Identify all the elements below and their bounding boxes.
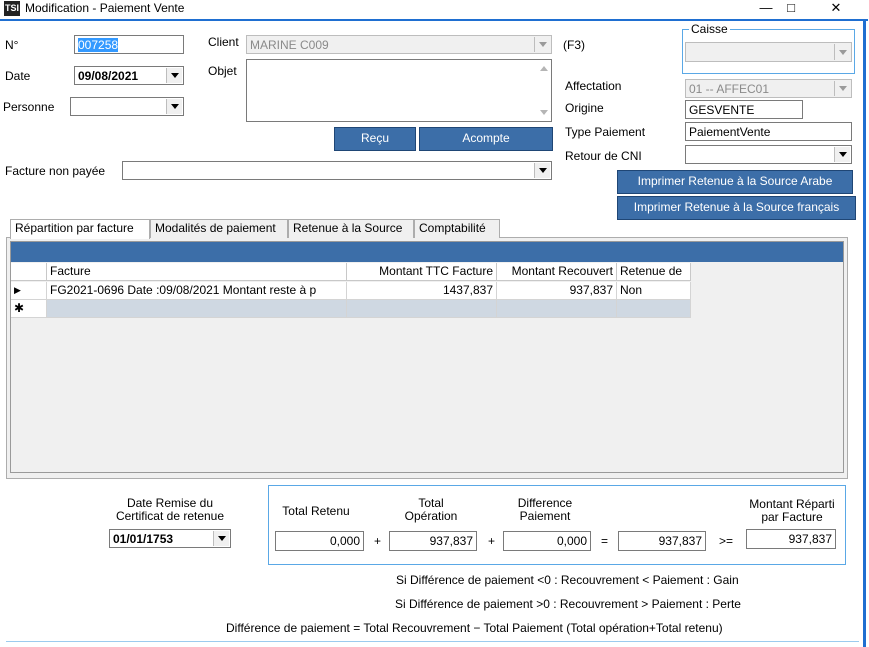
facture-dropdown-icon[interactable] <box>534 163 550 178</box>
result-value: 937,837 <box>658 534 702 548</box>
total-operation-value: 937,837 <box>429 534 473 548</box>
type-paiement-value: PaiementVente <box>689 125 771 139</box>
objet-label: Objet <box>208 64 237 78</box>
difference-label: Difference Paiement <box>517 496 573 523</box>
retour-cni-label: Retour de CNI <box>565 149 642 163</box>
new-row-cell[interactable] <box>47 300 347 318</box>
print-francais-button[interactable]: Imprimer Retenue à la Source français <box>617 196 856 220</box>
date-remise-dropdown-icon[interactable] <box>213 531 229 546</box>
new-row-cell[interactable] <box>347 300 497 318</box>
client-value: MARINE C009 <box>250 38 329 52</box>
date-remise-picker[interactable]: 01/01/1753 <box>109 529 231 548</box>
tab-retenue-source[interactable]: Retenue à la Source <box>288 219 414 238</box>
tab-comptabilite[interactable]: Comptabilité <box>414 219 500 238</box>
close-button[interactable]: ✕ <box>813 0 859 18</box>
table-cell-montant-recouvert[interactable]: 937,837 <box>497 282 617 300</box>
origine-label: Origine <box>565 101 604 115</box>
affectation-label: Affectation <box>565 79 622 93</box>
column-header-facture[interactable]: Facture <box>47 263 347 281</box>
column-header-retenue[interactable]: Retenue de <box>617 263 691 281</box>
affectation-select[interactable]: 01 -- AFFEC01 <box>685 79 852 98</box>
window-title: Modification - Paiement Vente <box>25 1 185 15</box>
difference-value: 0,000 <box>556 534 587 548</box>
client-select[interactable]: MARINE C009 <box>246 35 552 54</box>
grid-corner-header <box>11 263 47 281</box>
client-dropdown-icon[interactable] <box>534 37 550 52</box>
note-gain: Si Différence de paiement <0 : Recouvrem… <box>396 573 739 587</box>
client-shortcut-hint: (F3) <box>563 38 585 52</box>
new-row-cell[interactable] <box>617 300 691 318</box>
facture-label: Facture non payée <box>5 164 106 178</box>
new-row-icon[interactable]: ✱ <box>11 300 47 318</box>
client-label: Client <box>208 35 239 49</box>
window-frame-top <box>0 19 868 21</box>
title-bar: TSI Modification - Paiement Vente — □ ✕ <box>0 0 869 18</box>
result-field[interactable]: 937,837 <box>618 531 706 551</box>
personne-dropdown-icon[interactable] <box>166 99 182 114</box>
gte-operator: >= <box>719 534 734 548</box>
date-remise-label: Date Remise du Certificat de retenue <box>115 496 225 523</box>
plus-operator: + <box>488 534 496 548</box>
difference-field[interactable]: 0,000 <box>503 531 591 551</box>
origine-value: GESVENTE <box>689 103 755 117</box>
recu-button[interactable]: Reçu <box>334 127 416 151</box>
total-retenu-label: Total Retenu <box>282 504 350 518</box>
caisse-select[interactable] <box>685 42 852 62</box>
retour-cni-select[interactable] <box>685 145 852 164</box>
maximize-button[interactable]: □ <box>768 0 814 18</box>
table-cell-retenue[interactable]: Non <box>617 282 691 300</box>
personne-label: Personne <box>3 100 55 114</box>
numero-label: N° <box>5 38 19 52</box>
total-retenu-value: 0,000 <box>329 534 360 548</box>
date-dropdown-icon[interactable] <box>166 68 182 83</box>
total-retenu-field[interactable]: 0,000 <box>275 531 364 551</box>
scroll-down-icon[interactable] <box>540 110 548 115</box>
tab-repartition[interactable]: Répartition par facture <box>10 219 150 239</box>
window-frame-right <box>863 19 866 647</box>
date-picker[interactable]: 09/08/2021 <box>74 66 184 85</box>
scroll-up-icon[interactable] <box>540 66 548 71</box>
caisse-dropdown-icon[interactable] <box>834 44 850 60</box>
new-row-cell[interactable] <box>497 300 617 318</box>
total-operation-label: Total Opération <box>404 496 458 523</box>
grid-caption-bar <box>11 242 843 262</box>
date-label: Date <box>5 69 31 83</box>
acompte-button[interactable]: Acompte <box>419 127 553 151</box>
table-cell-facture[interactable]: FG2021-0696 Date :09/08/2021 Montant res… <box>47 282 347 300</box>
tab-modalites[interactable]: Modalités de paiement <box>150 219 288 238</box>
numero-value: 007258 <box>78 38 119 52</box>
print-arabe-button[interactable]: Imprimer Retenue à la Source Arabe <box>617 170 853 194</box>
montant-reparti-label: Montant Réparti par Facture <box>749 497 835 524</box>
bottom-divider <box>6 641 859 642</box>
equals-operator: = <box>601 534 609 548</box>
montant-reparti-field[interactable]: 937,837 <box>746 529 836 549</box>
table-cell-montant-ttc[interactable]: 1437,837 <box>347 282 497 300</box>
objet-textarea[interactable] <box>246 59 552 122</box>
total-operation-field[interactable]: 937,837 <box>389 531 477 551</box>
repartition-grid[interactable]: Facture Montant TTC Facture Montant Reco… <box>10 241 844 473</box>
montant-reparti-value: 937,837 <box>788 532 832 546</box>
row-indicator-icon[interactable]: ▶ <box>11 282 47 300</box>
app-logo-icon: TSI <box>4 1 20 16</box>
caisse-label: Caisse <box>689 22 730 36</box>
origine-field[interactable]: GESVENTE <box>685 100 803 119</box>
date-value: 09/08/2021 <box>78 69 139 83</box>
plus-operator: + <box>374 534 382 548</box>
numero-field[interactable]: 007258 <box>74 35 184 54</box>
personne-select[interactable] <box>70 97 184 116</box>
affectation-dropdown-icon[interactable] <box>834 81 850 96</box>
retour-cni-dropdown-icon[interactable] <box>834 147 850 162</box>
column-header-montant-recouvert[interactable]: Montant Recouvert <box>497 263 617 281</box>
column-header-montant-ttc[interactable]: Montant TTC Facture <box>347 263 497 281</box>
payment-window: TSI Modification - Paiement Vente — □ ✕ … <box>0 0 869 647</box>
type-paiement-field[interactable]: PaiementVente <box>685 122 852 141</box>
note-formula: Différence de paiement = Total Recouvrem… <box>226 621 723 635</box>
facture-select[interactable] <box>122 161 552 180</box>
date-remise-value: 01/01/1753 <box>113 532 174 546</box>
affectation-value: 01 -- AFFEC01 <box>689 82 770 96</box>
note-perte: Si Différence de paiement >0 : Recouvrem… <box>395 597 741 611</box>
type-paiement-label: Type Paiement <box>565 125 646 139</box>
